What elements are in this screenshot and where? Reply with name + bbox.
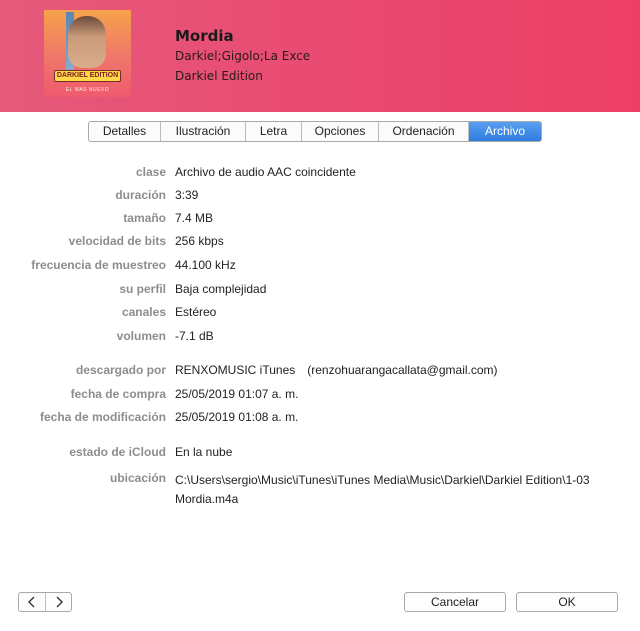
song-album: Darkiel Edition xyxy=(175,69,263,83)
field-row-tamano: tamaño 7.4 MB xyxy=(0,211,640,231)
tab-detalles[interactable]: Detalles xyxy=(89,122,161,141)
field-value: 3:39 xyxy=(175,188,199,202)
prev-next-nav xyxy=(18,592,72,612)
field-label: fecha de compra xyxy=(70,387,166,401)
field-row-ubicacion: ubicación C:\Users\sergio\Music\iTunes\i… xyxy=(0,471,640,511)
field-value: Estéreo xyxy=(175,305,217,319)
tab-bar: Detalles Ilustración Letra Opciones Orde… xyxy=(88,121,542,142)
field-row-compra: fecha de compra 25/05/2019 01:07 a. m. xyxy=(0,387,640,407)
tab-archivo[interactable]: Archivo xyxy=(469,122,541,141)
field-row-duracion: duración 3:39 xyxy=(0,188,640,208)
field-label: descargado por xyxy=(75,363,166,377)
field-row-clase: clase Archivo de audio AAC coincidente xyxy=(0,165,640,185)
field-value: RENXOMUSIC iTunes (renzohuarangacallata@g… xyxy=(175,363,498,377)
field-label: estado de iCloud xyxy=(69,445,166,459)
field-label: su perfil xyxy=(119,282,166,296)
header-banner: DARKIEL EDITION EL MAS NUEVO Mordia Dark… xyxy=(0,0,640,112)
song-artist: Darkiel;Gigolo;La Exce xyxy=(175,49,311,63)
previous-button[interactable] xyxy=(19,593,45,611)
tab-ilustracion[interactable]: Ilustración xyxy=(161,122,246,141)
field-value: 25/05/2019 01:07 a. m. xyxy=(175,387,299,401)
field-row-descargado: descargado por RENXOMUSIC iTunes (renzohu… xyxy=(0,363,640,383)
file-location-path[interactable]: C:\Users\sergio\Music\iTunes\iTunes Medi… xyxy=(175,471,615,509)
field-label: velocidad de bits xyxy=(68,234,166,248)
ok-button[interactable]: OK xyxy=(516,592,618,612)
field-row-perfil: su perfil Baja complejidad xyxy=(0,282,640,302)
field-value: Archivo de audio AAC coincidente xyxy=(175,165,356,179)
song-title: Mordia xyxy=(175,27,234,45)
cancel-button[interactable]: Cancelar xyxy=(404,592,506,612)
field-value: -7.1 dB xyxy=(175,329,214,343)
field-value: 7.4 MB xyxy=(175,211,214,225)
field-label: canales xyxy=(121,305,166,319)
artwork-portrait xyxy=(68,16,106,68)
field-label: volumen xyxy=(116,329,166,343)
downloader-name: RENXOMUSIC iTunes xyxy=(175,363,296,377)
field-label: tamaño xyxy=(123,211,166,225)
album-artwork[interactable]: DARKIEL EDITION EL MAS NUEVO xyxy=(44,10,131,97)
field-row-modificacion: fecha de modificación 25/05/2019 01:08 a… xyxy=(0,410,640,430)
downloader-email: (renzohuarangacallata@gmail.com) xyxy=(307,363,498,377)
field-row-icloud: estado de iCloud En la nube xyxy=(0,445,640,465)
field-value: 25/05/2019 01:08 a. m. xyxy=(175,410,299,424)
field-row-frecuencia: frecuencia de muestreo 44.100 kHz xyxy=(0,258,640,278)
chevron-right-icon xyxy=(56,596,63,608)
artwork-logo: DARKIEL EDITION xyxy=(54,70,121,82)
field-label: ubicación xyxy=(109,471,166,485)
field-value: En la nube xyxy=(175,445,233,459)
field-row-canales: canales Estéreo xyxy=(0,305,640,325)
field-label: duración xyxy=(115,188,166,202)
field-value: 44.100 kHz xyxy=(175,258,236,272)
field-label: frecuencia de muestreo xyxy=(31,258,166,272)
artwork-subtitle: EL MAS NUEVO xyxy=(65,87,110,93)
field-row-velocidad: velocidad de bits 256 kbps xyxy=(0,234,640,254)
field-value: Baja complejidad xyxy=(175,282,267,296)
next-button[interactable] xyxy=(45,593,71,611)
tab-ordenacion[interactable]: Ordenación xyxy=(379,122,469,141)
tab-opciones[interactable]: Opciones xyxy=(302,122,379,141)
field-label: clase xyxy=(135,165,166,179)
field-label: fecha de modificación xyxy=(39,410,166,424)
tab-letra[interactable]: Letra xyxy=(246,122,302,141)
field-row-volumen: volumen -7.1 dB xyxy=(0,329,640,349)
field-value: 256 kbps xyxy=(175,234,224,248)
chevron-left-icon xyxy=(28,596,35,608)
